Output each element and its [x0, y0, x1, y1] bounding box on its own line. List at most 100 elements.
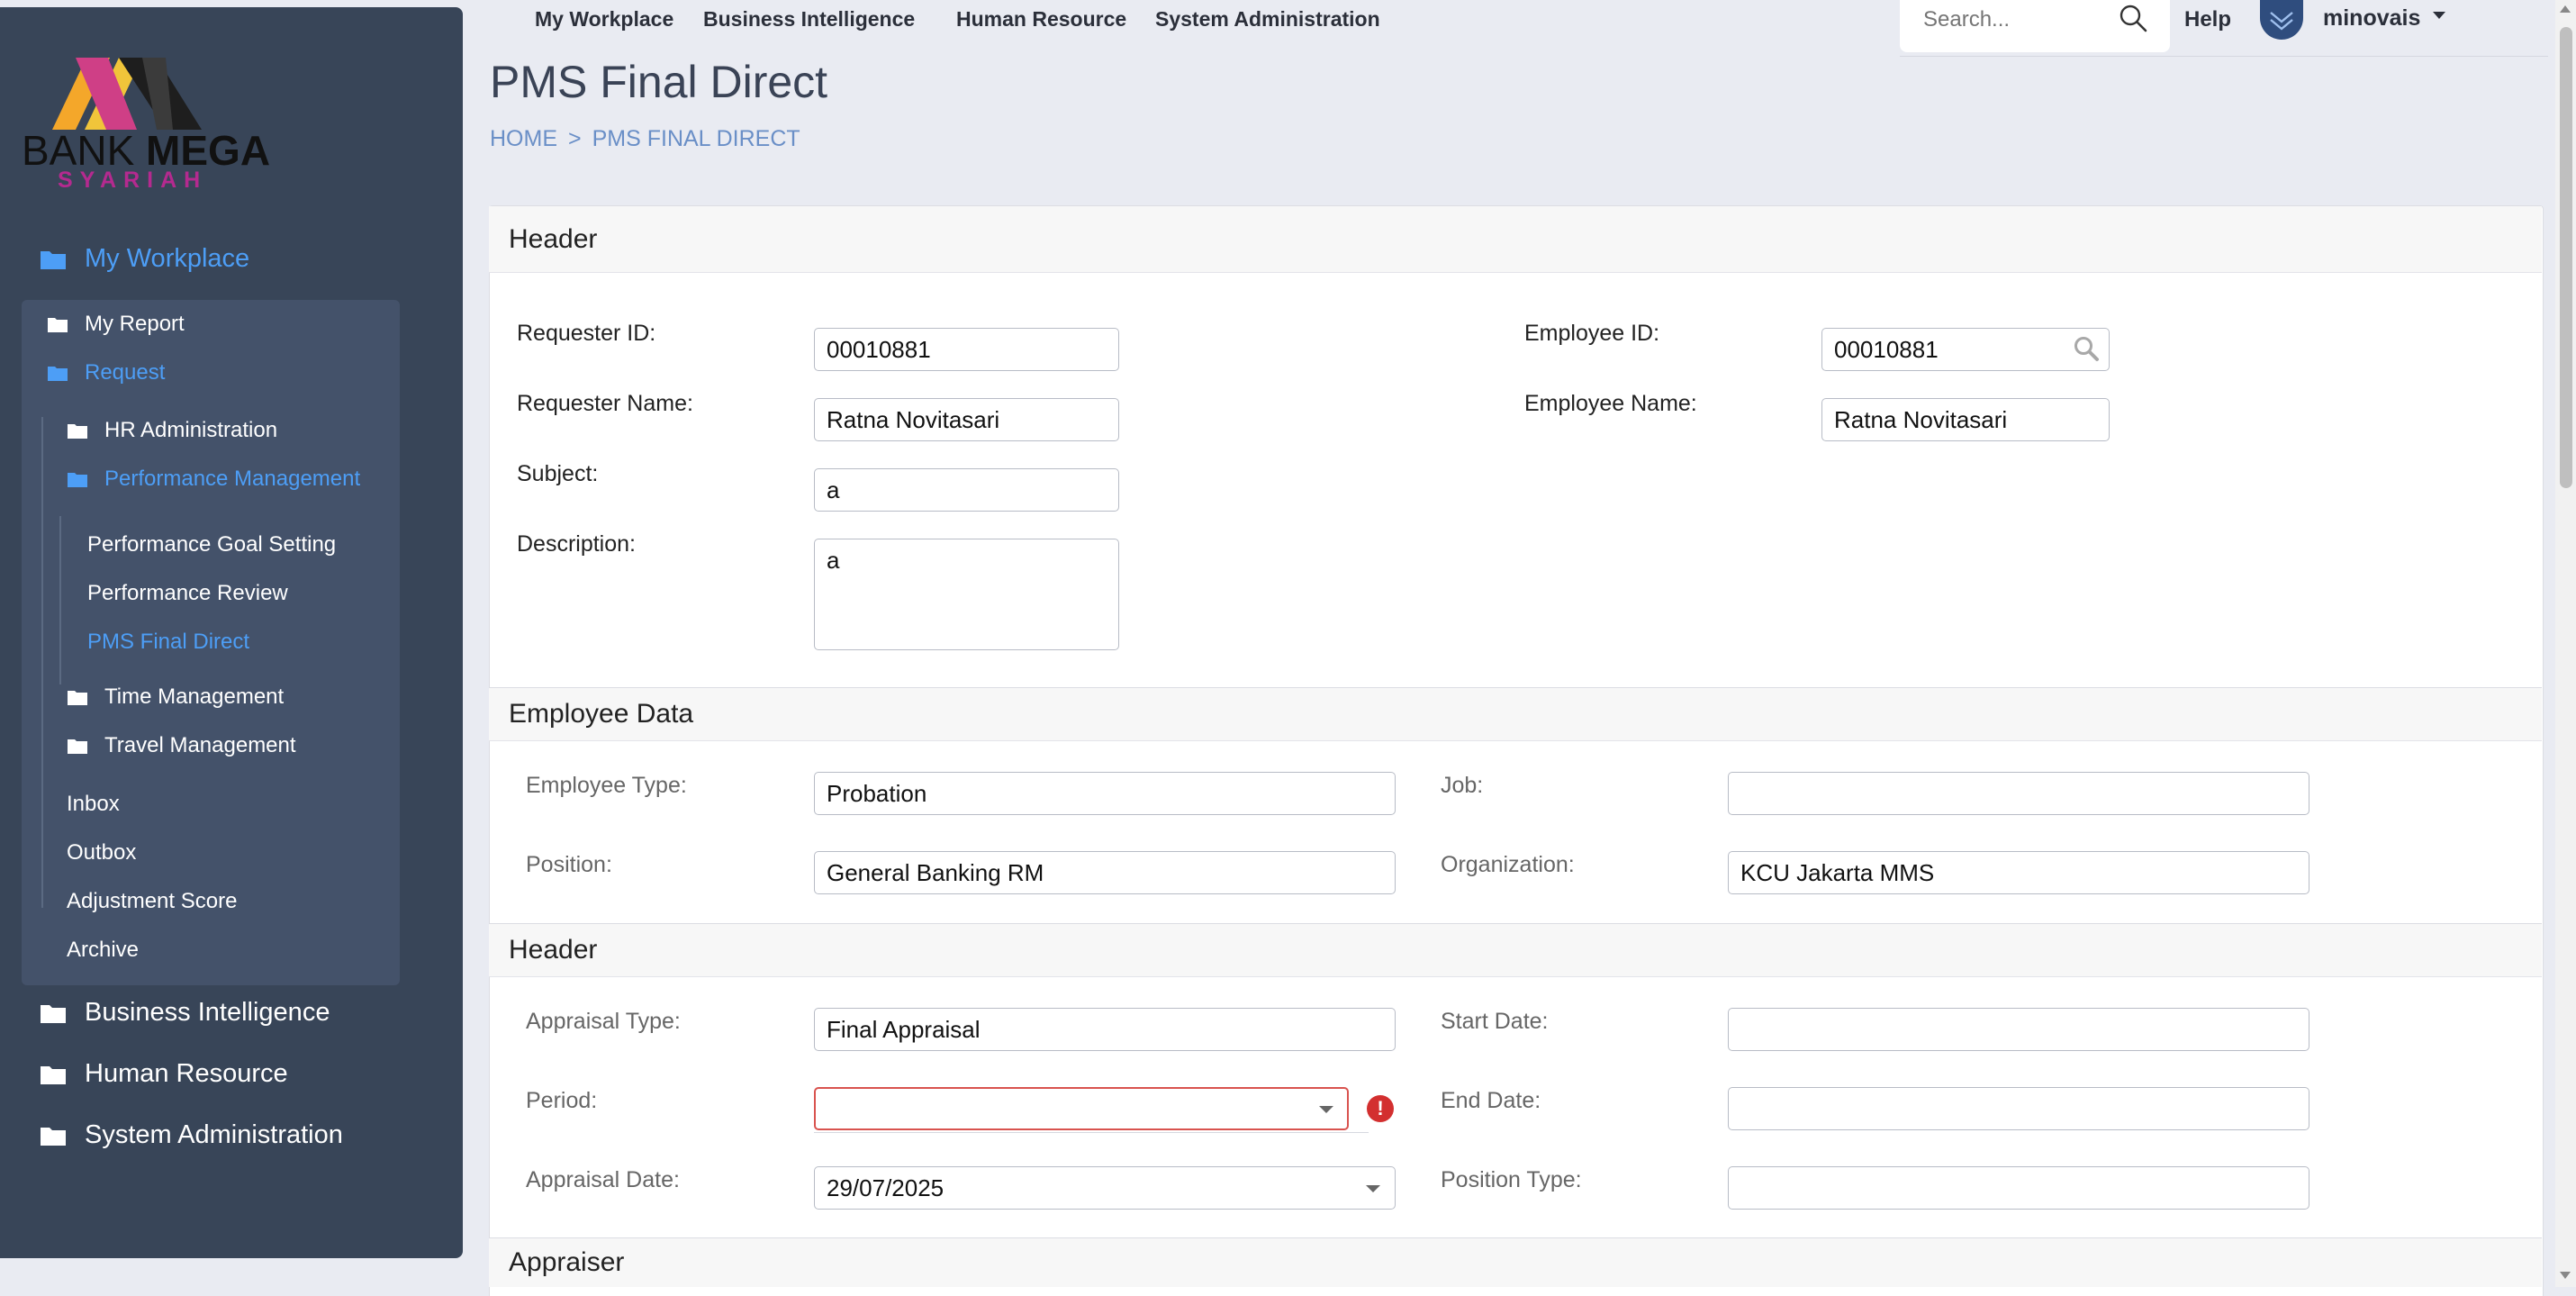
- organization-field[interactable]: KCU Jakarta MMS: [1728, 851, 2309, 894]
- sidebar-item-archive[interactable]: Archive: [67, 938, 139, 963]
- appraisal-type-label: Appraisal Type:: [526, 1009, 681, 1034]
- chevron-down-icon[interactable]: [1366, 1185, 1380, 1192]
- user-name: minovais: [2323, 5, 2421, 31]
- sidebar-item-label: Human Resource: [85, 1059, 288, 1088]
- job-label: Job:: [1441, 773, 1484, 798]
- page-title: PMS Final Direct: [490, 57, 828, 107]
- employee-id-field[interactable]: 00010881: [1821, 328, 2110, 371]
- employee-name-field[interactable]: Ratna Novitasari: [1821, 398, 2110, 441]
- section-header-employee-data: Employee Data: [489, 687, 2542, 741]
- folder-icon: [40, 1125, 67, 1146]
- breadcrumb-home[interactable]: HOME: [490, 126, 557, 151]
- folder-open-icon: [67, 471, 88, 488]
- brand-sub: SYARIAH: [58, 168, 208, 193]
- error-icon: !: [1367, 1095, 1394, 1122]
- sidebar-item-hr-administration[interactable]: HR Administration: [67, 418, 277, 443]
- appraisal-date-label: Appraisal Date:: [526, 1167, 680, 1192]
- job-field[interactable]: [1728, 772, 2309, 815]
- section-header-appraiser: Appraiser: [489, 1237, 2542, 1287]
- position-field[interactable]: General Banking RM: [814, 851, 1396, 894]
- sidebar-item-adjustment-score[interactable]: Adjustment Score: [67, 889, 237, 914]
- start-date-field[interactable]: [1728, 1008, 2309, 1051]
- breadcrumb: HOME > PMS FINAL DIRECT: [490, 126, 800, 152]
- position-type-field[interactable]: [1728, 1166, 2309, 1210]
- employee-id-label: Employee ID:: [1524, 321, 1660, 346]
- folder-icon: [67, 689, 88, 706]
- search-icon[interactable]: [2119, 4, 2147, 32]
- description-label: Description:: [517, 531, 636, 557]
- sidebar: BANK MEGA SYARIAH My Workplace My Report…: [0, 7, 463, 1258]
- position-label: Position:: [526, 852, 612, 877]
- requester-id-field[interactable]: 00010881: [814, 328, 1119, 371]
- tree-line: [41, 417, 43, 908]
- user-menu[interactable]: minovais: [2323, 5, 2446, 32]
- search-icon[interactable]: [2073, 335, 2100, 362]
- folder-icon: [40, 1064, 67, 1085]
- folder-icon: [67, 422, 88, 440]
- requester-name-field[interactable]: Ratna Novitasari: [814, 398, 1119, 441]
- sidebar-item-business-intelligence[interactable]: Business Intelligence: [40, 998, 330, 1028]
- chevron-down-icon[interactable]: [1319, 1106, 1333, 1113]
- sidebar-item-my-report[interactable]: My Report: [47, 312, 185, 337]
- employee-name-label: Employee Name:: [1524, 391, 1697, 416]
- top-divider: [1900, 56, 2548, 57]
- sidebar-item-inbox[interactable]: Inbox: [67, 792, 120, 817]
- scrollbar-thumb[interactable]: [2560, 27, 2572, 488]
- sidebar-item-request[interactable]: Request: [47, 360, 165, 385]
- sidebar-item-label: My Workplace: [85, 244, 250, 273]
- breadcrumb-current: PMS FINAL DIRECT: [592, 126, 800, 151]
- topnav-business-intelligence[interactable]: Business Intelligence: [703, 7, 915, 32]
- topnav-system-administration[interactable]: System Administration: [1155, 7, 1380, 32]
- breadcrumb-separator: >: [568, 126, 582, 151]
- sidebar-item-travel-management[interactable]: Travel Management: [67, 733, 296, 758]
- caret-down-icon: [2433, 12, 2446, 20]
- sidebar-item-label: My Report: [85, 312, 185, 336]
- folder-icon: [67, 738, 88, 755]
- user-avatar-icon: [2270, 12, 2293, 31]
- tree-line: [59, 516, 61, 684]
- sidebar-item-pms-final-direct[interactable]: PMS Final Direct: [87, 630, 249, 655]
- sidebar-item-outbox[interactable]: Outbox: [67, 840, 136, 866]
- folder-open-icon: [47, 365, 68, 382]
- folder-icon: [47, 316, 68, 333]
- help-link[interactable]: Help: [2184, 7, 2231, 32]
- folder-open-icon: [40, 249, 67, 270]
- subject-label: Subject:: [517, 461, 599, 486]
- sidebar-item-performance-goal-setting[interactable]: Performance Goal Setting: [87, 532, 336, 557]
- search-input[interactable]: [1921, 5, 2105, 34]
- period-label: Period:: [526, 1088, 598, 1113]
- appraisal-date-select[interactable]: 29/07/2025: [814, 1166, 1396, 1210]
- requester-id-label: Requester ID:: [517, 321, 656, 346]
- form-card: [489, 205, 2544, 1296]
- sidebar-item-label: System Administration: [85, 1120, 343, 1149]
- sidebar-item-label: Performance Management: [104, 467, 361, 491]
- sidebar-item-my-workplace[interactable]: My Workplace: [40, 244, 249, 274]
- sidebar-item-time-management[interactable]: Time Management: [67, 684, 284, 710]
- subject-field[interactable]: a: [814, 468, 1119, 512]
- appraisal-type-field[interactable]: Final Appraisal: [814, 1008, 1396, 1051]
- end-date-field[interactable]: [1728, 1087, 2309, 1130]
- scroll-down-arrow-icon[interactable]: [2560, 1272, 2571, 1279]
- period-underline: [814, 1132, 1369, 1133]
- sidebar-item-label: Request: [85, 360, 166, 385]
- employee-type-label: Employee Type:: [526, 773, 687, 798]
- employee-type-field[interactable]: Probation: [814, 772, 1396, 815]
- sidebar-item-system-administration[interactable]: System Administration: [40, 1120, 343, 1150]
- sidebar-item-label: Travel Management: [104, 733, 296, 757]
- section-header-appraisal-header: Header: [489, 923, 2542, 977]
- sidebar-item-human-resource[interactable]: Human Resource: [40, 1059, 288, 1089]
- sidebar-item-performance-review[interactable]: Performance Review: [87, 581, 288, 606]
- topnav-my-workplace[interactable]: My Workplace: [535, 7, 673, 32]
- topnav-human-resource[interactable]: Human Resource: [956, 7, 1126, 32]
- requester-name-label: Requester Name:: [517, 391, 693, 416]
- folder-icon: [40, 1002, 67, 1024]
- position-type-label: Position Type:: [1441, 1167, 1582, 1192]
- start-date-label: Start Date:: [1441, 1009, 1549, 1034]
- description-textarea[interactable]: a: [814, 539, 1119, 650]
- sidebar-item-label: Business Intelligence: [85, 998, 330, 1027]
- scroll-up-arrow-icon[interactable]: [2560, 5, 2571, 13]
- sidebar-item-performance-management[interactable]: Performance Management: [67, 467, 360, 492]
- period-select[interactable]: [814, 1087, 1349, 1130]
- organization-label: Organization:: [1441, 852, 1575, 877]
- avatar[interactable]: [2260, 0, 2303, 40]
